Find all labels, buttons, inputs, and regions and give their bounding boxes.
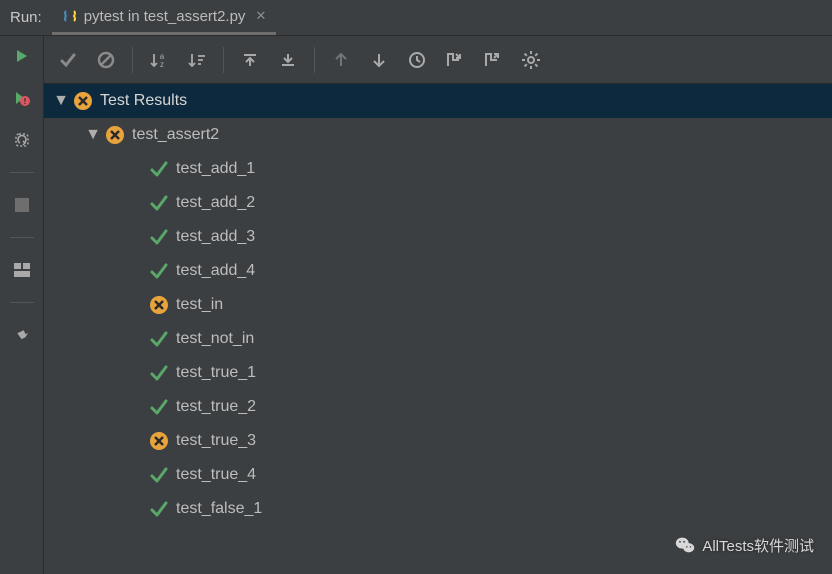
tree-root[interactable]: ▼ Test Results bbox=[44, 84, 832, 118]
test-toolbar: a z bbox=[44, 36, 832, 84]
separator bbox=[10, 172, 34, 173]
separator bbox=[132, 47, 133, 73]
chevron-down-icon[interactable]: ▼ bbox=[84, 126, 102, 144]
layout-button[interactable] bbox=[12, 260, 32, 280]
status-fail-icon bbox=[148, 430, 170, 452]
stop-button[interactable] bbox=[12, 195, 32, 215]
status-pass-icon bbox=[148, 362, 170, 384]
tree-test-label: test_in bbox=[176, 296, 223, 314]
toggle-auto-test-button[interactable] bbox=[12, 130, 32, 150]
pytest-icon bbox=[62, 8, 78, 24]
tree-test[interactable]: test_add_3 bbox=[44, 220, 832, 254]
tree-test[interactable]: test_add_2 bbox=[44, 186, 832, 220]
tree-test-label: test_add_4 bbox=[176, 262, 255, 280]
collapse-all-button[interactable] bbox=[272, 44, 304, 76]
tree-suite-label: test_assert2 bbox=[132, 126, 219, 144]
tree-test[interactable]: test_add_4 bbox=[44, 254, 832, 288]
tree-test[interactable]: test_in bbox=[44, 288, 832, 322]
tree-root-label: Test Results bbox=[100, 92, 187, 110]
status-pass-icon bbox=[148, 158, 170, 180]
status-pass-icon bbox=[148, 396, 170, 418]
wechat-icon bbox=[674, 534, 696, 556]
pin-button[interactable] bbox=[12, 325, 32, 345]
run-button[interactable] bbox=[12, 46, 32, 66]
tree-test[interactable]: test_true_2 bbox=[44, 390, 832, 424]
tree-test[interactable]: test_true_4 bbox=[44, 458, 832, 492]
run-config-tab-label: pytest in test_assert2.py bbox=[84, 8, 246, 25]
status-fail-icon bbox=[72, 90, 94, 112]
tree-test[interactable]: test_true_3 bbox=[44, 424, 832, 458]
status-pass-icon bbox=[148, 328, 170, 350]
tree-test-label: test_false_1 bbox=[176, 500, 262, 518]
gutter: ! bbox=[0, 36, 44, 574]
separator bbox=[10, 237, 34, 238]
top-bar: Run: pytest in test_assert2.py ✕ bbox=[0, 0, 832, 36]
tree-test-label: test_true_4 bbox=[176, 466, 256, 484]
svg-text:!: ! bbox=[23, 97, 26, 106]
tree-test-label: test_true_3 bbox=[176, 432, 256, 450]
settings-button[interactable] bbox=[515, 44, 547, 76]
tree-test-label: test_not_in bbox=[176, 330, 254, 348]
tree-test-label: test_add_1 bbox=[176, 160, 255, 178]
export-tests-button[interactable] bbox=[477, 44, 509, 76]
status-pass-icon bbox=[148, 226, 170, 248]
status-fail-icon bbox=[104, 124, 126, 146]
show-ignored-button[interactable] bbox=[90, 44, 122, 76]
tree-test-label: test_add_3 bbox=[176, 228, 255, 246]
separator bbox=[10, 302, 34, 303]
tree-test-label: test_true_2 bbox=[176, 398, 256, 416]
sort-alpha-button[interactable]: a z bbox=[143, 44, 175, 76]
status-fail-icon bbox=[148, 294, 170, 316]
status-pass-icon bbox=[148, 192, 170, 214]
tree-test[interactable]: test_not_in bbox=[44, 322, 832, 356]
chevron-down-icon[interactable]: ▼ bbox=[52, 92, 70, 110]
test-history-button[interactable] bbox=[401, 44, 433, 76]
run-config-tab[interactable]: pytest in test_assert2.py ✕ bbox=[52, 0, 277, 35]
test-tree[interactable]: ▼ Test Results ▼ test_assert2 test_add_1… bbox=[44, 84, 832, 574]
run-panel-label: Run: bbox=[0, 9, 52, 26]
tree-test[interactable]: test_add_1 bbox=[44, 152, 832, 186]
status-pass-icon bbox=[148, 260, 170, 282]
tree-suite[interactable]: ▼ test_assert2 bbox=[44, 118, 832, 152]
tree-test[interactable]: test_true_1 bbox=[44, 356, 832, 390]
prev-failed-button[interactable] bbox=[325, 44, 357, 76]
tree-test[interactable]: test_false_1 bbox=[44, 492, 832, 526]
import-tests-button[interactable] bbox=[439, 44, 471, 76]
watermark-text: AllTests软件测试 bbox=[702, 535, 814, 556]
separator bbox=[314, 47, 315, 73]
show-passed-button[interactable] bbox=[52, 44, 84, 76]
svg-text:z: z bbox=[160, 60, 164, 69]
status-pass-icon bbox=[148, 464, 170, 486]
status-pass-icon bbox=[148, 498, 170, 520]
separator bbox=[223, 47, 224, 73]
close-icon[interactable]: ✕ bbox=[255, 8, 266, 24]
tree-test-label: test_true_1 bbox=[176, 364, 256, 382]
rerun-failed-button[interactable]: ! bbox=[12, 88, 32, 108]
tree-test-label: test_add_2 bbox=[176, 194, 255, 212]
sort-duration-button[interactable] bbox=[181, 44, 213, 76]
next-failed-button[interactable] bbox=[363, 44, 395, 76]
watermark: AllTests软件测试 bbox=[674, 534, 814, 556]
expand-all-button[interactable] bbox=[234, 44, 266, 76]
